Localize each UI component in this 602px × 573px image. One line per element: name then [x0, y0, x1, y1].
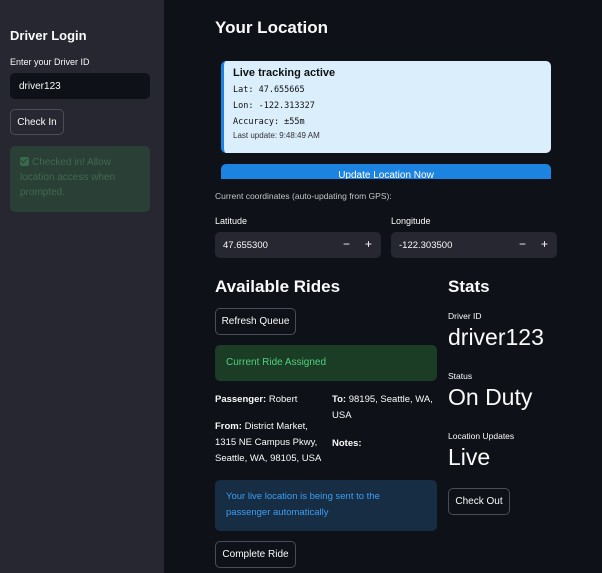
checked-in-alert: Checked in! Allow location access when p…: [10, 146, 150, 212]
live-location-info: Your live location is being sent to the …: [215, 480, 437, 531]
passenger-detail: Passenger: Robert: [215, 392, 325, 408]
location-tracker-frame: Live tracking active Lat: 47.655665 Lon:…: [221, 61, 551, 179]
tracking-card: Live tracking active Lat: 47.655665 Lon:…: [221, 61, 551, 153]
location-title: Your Location: [215, 18, 329, 37]
to-value: 98195, Seattle, WA, USA: [332, 394, 433, 421]
tracking-lon: Lon: -122.313327: [233, 101, 315, 111]
latitude-increment-button[interactable]: +: [365, 237, 372, 251]
coordinates-note: Current coordinates (auto-updating from …: [215, 191, 392, 201]
sidebar-title: Driver Login: [10, 28, 87, 43]
tracking-lat: Lat: 47.655665: [233, 85, 305, 95]
stat-status-label: Status: [448, 371, 473, 381]
sidebar: Driver Login Enter your Driver ID Check …: [0, 0, 164, 573]
stat-driver-id-value: driver123: [448, 324, 544, 350]
from-label: From:: [215, 421, 242, 432]
driver-id-label: Enter your Driver ID: [10, 57, 90, 67]
tracking-last-update: Last update: 9:48:49 AM: [233, 131, 320, 140]
longitude-value: -122.303500: [399, 240, 453, 251]
pickup-detail: From: District Market, 1315 NE Campus Pk…: [215, 419, 325, 467]
main-content: Your Location Live tracking active Lat: …: [164, 0, 602, 573]
stats-title: Stats: [448, 277, 490, 296]
tracking-heading: Live tracking active: [233, 67, 336, 79]
driver-id-input[interactable]: [10, 73, 150, 99]
checked-in-message: Checked in! Allow location access when p…: [20, 157, 116, 198]
notes-detail: Notes:: [332, 436, 438, 452]
stat-driver-id-label: Driver ID: [448, 311, 482, 321]
complete-ride-button[interactable]: Complete Ride: [215, 541, 296, 568]
passenger-label: Passenger:: [215, 394, 267, 405]
destination-detail: To: 98195, Seattle, WA, USA: [332, 392, 438, 424]
ride-assigned-banner: Current Ride Assigned: [215, 345, 437, 381]
check-in-button[interactable]: Check In: [10, 109, 64, 135]
check-out-button[interactable]: Check Out: [448, 488, 510, 515]
longitude-input[interactable]: -122.303500 − +: [391, 232, 557, 258]
latitude-label: Latitude: [215, 216, 248, 226]
refresh-queue-button[interactable]: Refresh Queue: [215, 308, 296, 335]
longitude-label: Longitude: [391, 216, 431, 226]
stat-status-value: On Duty: [448, 384, 533, 410]
rides-title: Available Rides: [215, 277, 341, 296]
latitude-decrement-button[interactable]: −: [343, 237, 350, 251]
tracking-accuracy: Accuracy: ±55m: [233, 117, 305, 127]
checkbox-icon: [20, 157, 29, 166]
update-location-button[interactable]: Update Location Now: [221, 164, 551, 179]
stat-location-updates-label: Location Updates: [448, 431, 515, 441]
to-label: To:: [332, 394, 347, 405]
notes-label: Notes:: [332, 438, 362, 449]
stat-location-updates-value: Live: [448, 444, 491, 470]
latitude-value: 47.655300: [223, 240, 268, 251]
longitude-increment-button[interactable]: +: [541, 237, 548, 251]
latitude-input[interactable]: 47.655300 − +: [215, 232, 381, 258]
longitude-decrement-button[interactable]: −: [519, 237, 526, 251]
passenger-value: Robert: [268, 394, 298, 405]
